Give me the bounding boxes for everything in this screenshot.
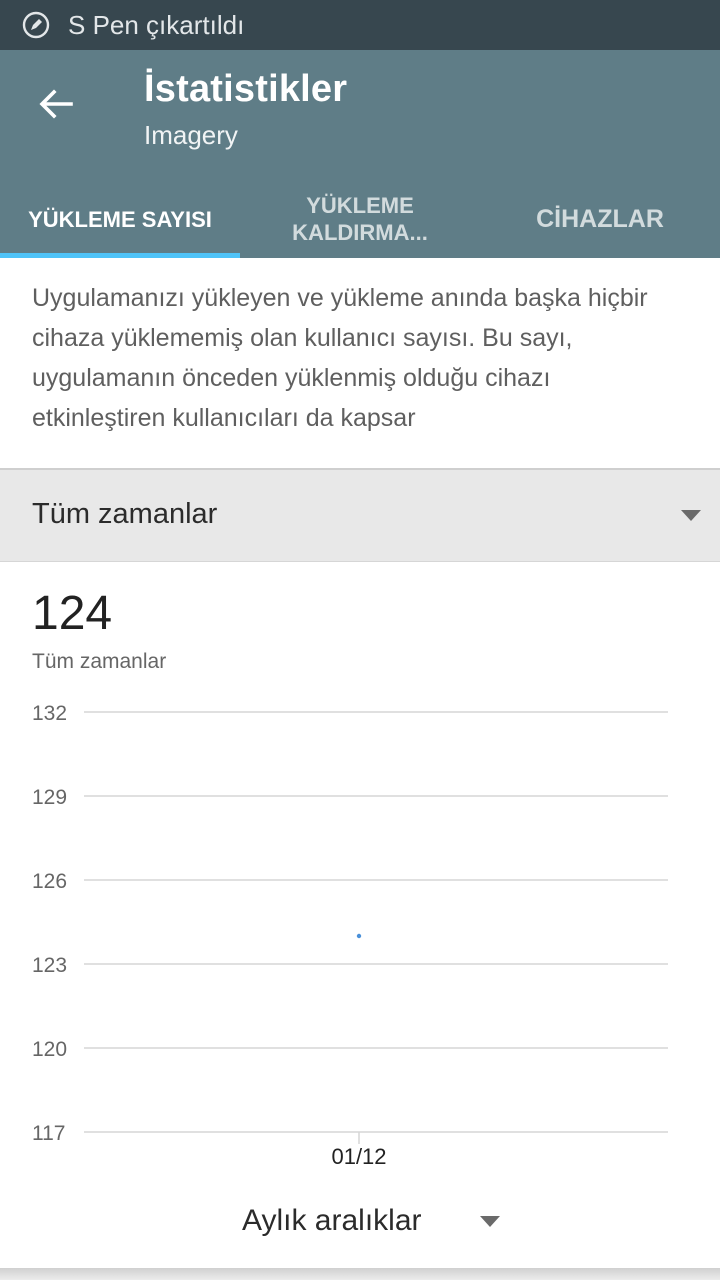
x-tick-label: 01/12: [331, 1144, 386, 1169]
status-bar: S Pen çıkartıldı: [0, 0, 720, 50]
spen-icon: [22, 11, 50, 39]
status-text: S Pen çıkartıldı: [68, 9, 245, 40]
install-count-value: 124: [32, 587, 113, 640]
interval-label: Aylık aralıklar: [242, 1204, 422, 1237]
installs-chart: 132 129 126 123 120 117 01/12: [0, 690, 720, 1180]
tab-devices[interactable]: CİHAZLAR: [480, 180, 720, 258]
tab-installs[interactable]: YÜKLEME SAYISI: [0, 180, 240, 258]
tab-uninstalls-label: YÜKLEME KALDIRMA...: [292, 193, 428, 245]
dropdown-caret-icon: [681, 510, 701, 521]
y-tick-label: 123: [32, 954, 67, 977]
time-range-label: Tüm zamanlar: [32, 498, 218, 530]
tab-installs-label: YÜKLEME SAYISI: [28, 206, 212, 232]
y-tick-label: 120: [32, 1038, 67, 1061]
bottom-divider: [0, 1268, 720, 1280]
interval-dropdown[interactable]: Aylık aralıklar: [0, 1190, 720, 1254]
data-point: [356, 933, 362, 939]
y-tick-label: 126: [32, 870, 67, 893]
chart-svg: 132 129 126 123 120 117 01/12: [32, 702, 668, 1169]
dropdown-caret-icon: [480, 1216, 500, 1227]
back-arrow-icon: [38, 86, 74, 127]
y-tick-label: 132: [32, 702, 67, 725]
back-button[interactable]: [22, 80, 90, 132]
tab-devices-label: CİHAZLAR: [536, 204, 664, 233]
tab-uninstalls[interactable]: YÜKLEME KALDIRMA...: [240, 180, 480, 258]
time-range-dropdown[interactable]: Tüm zamanlar: [0, 470, 720, 562]
description-text: Uygulamanızı yükleyen ve yükleme anında …: [32, 284, 648, 432]
page-title: İstatistikler: [144, 68, 348, 110]
y-tick-label: 129: [32, 786, 67, 809]
app-bar: İstatistikler Imagery YÜKLEME SAYISI YÜK…: [0, 50, 720, 258]
y-tick-label: 117: [32, 1122, 65, 1145]
tab-bar: YÜKLEME SAYISI YÜKLEME KALDIRMA... CİHAZ…: [0, 180, 720, 258]
page-subtitle: Imagery: [144, 120, 238, 150]
install-count-caption: Tüm zamanlar: [32, 650, 167, 673]
